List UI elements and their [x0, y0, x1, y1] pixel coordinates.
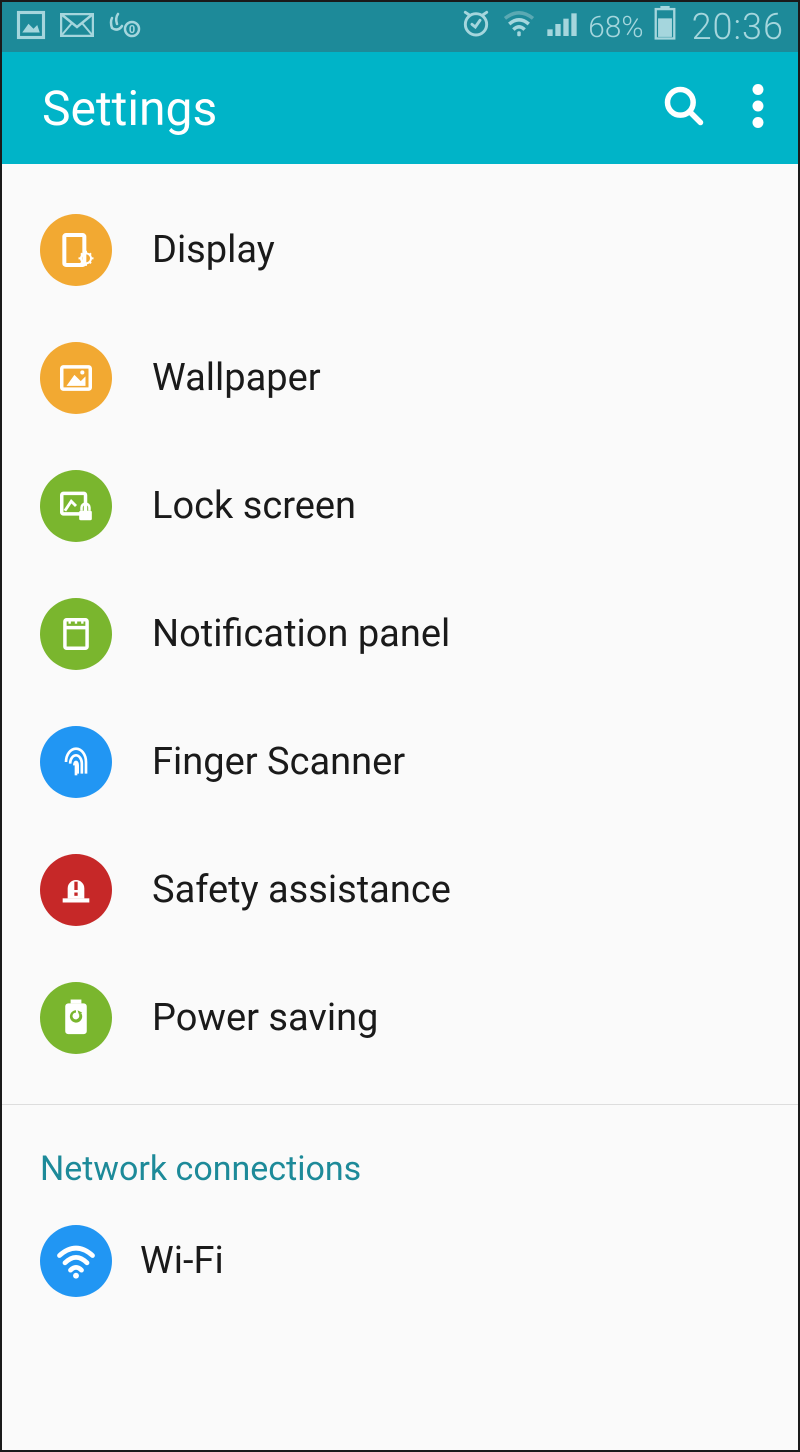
section-header-network: Network connections — [2, 1105, 798, 1201]
settings-item-label: Power saving — [152, 996, 378, 1040]
app-bar: Settings — [2, 52, 798, 164]
alarm-icon — [460, 7, 492, 47]
status-bar: 0 68% 20:36 — [2, 2, 798, 52]
search-icon[interactable] — [662, 84, 706, 132]
overflow-menu-icon[interactable] — [752, 84, 764, 132]
settings-item-lock-screen[interactable]: Lock screen — [2, 442, 798, 570]
settings-list[interactable]: Sounds and notifications Display Wallpap… — [2, 164, 798, 1450]
settings-item-label: Notification panel — [152, 612, 450, 656]
settings-item-display[interactable]: Display — [2, 186, 798, 314]
settings-item-label: Safety assistance — [152, 868, 451, 912]
svg-text:0: 0 — [129, 23, 135, 36]
safety-icon — [40, 854, 112, 926]
power-saving-icon — [40, 982, 112, 1054]
wifi-icon — [502, 8, 536, 46]
settings-item-label: Lock screen — [152, 484, 356, 528]
settings-item-sounds[interactable]: Sounds and notifications — [2, 164, 798, 186]
status-right: 68% 20:36 — [460, 6, 784, 48]
fingerprint-icon — [40, 726, 112, 798]
mail-icon — [60, 13, 94, 41]
settings-item-notification-panel[interactable]: Notification panel — [2, 570, 798, 698]
signal-icon — [546, 8, 578, 46]
settings-item-wifi[interactable]: Wi-Fi — [2, 1201, 798, 1321]
settings-item-finger-scanner[interactable]: Finger Scanner — [2, 698, 798, 826]
app-bar-actions — [662, 84, 774, 132]
lock-screen-icon — [40, 470, 112, 542]
display-icon — [40, 214, 112, 286]
wallpaper-icon — [40, 342, 112, 414]
settings-item-power-saving[interactable]: Power saving — [2, 954, 798, 1082]
settings-item-label: Wi-Fi — [140, 1239, 224, 1283]
status-left: 0 — [16, 10, 142, 44]
wifi-icon — [40, 1225, 112, 1297]
gallery-icon — [16, 10, 46, 44]
settings-item-safety[interactable]: Safety assistance — [2, 826, 798, 954]
battery-percent: 68% — [588, 10, 643, 45]
settings-item-label: Display — [152, 228, 275, 272]
clock: 20:36 — [692, 6, 784, 48]
settings-item-label: Finger Scanner — [152, 740, 405, 784]
notification-panel-icon — [40, 598, 112, 670]
battery-icon — [654, 6, 676, 48]
app-notification-icon: 0 — [108, 10, 142, 44]
settings-item-wallpaper[interactable]: Wallpaper — [2, 314, 798, 442]
page-title: Settings — [26, 80, 217, 137]
settings-item-label: Wallpaper — [152, 356, 321, 400]
